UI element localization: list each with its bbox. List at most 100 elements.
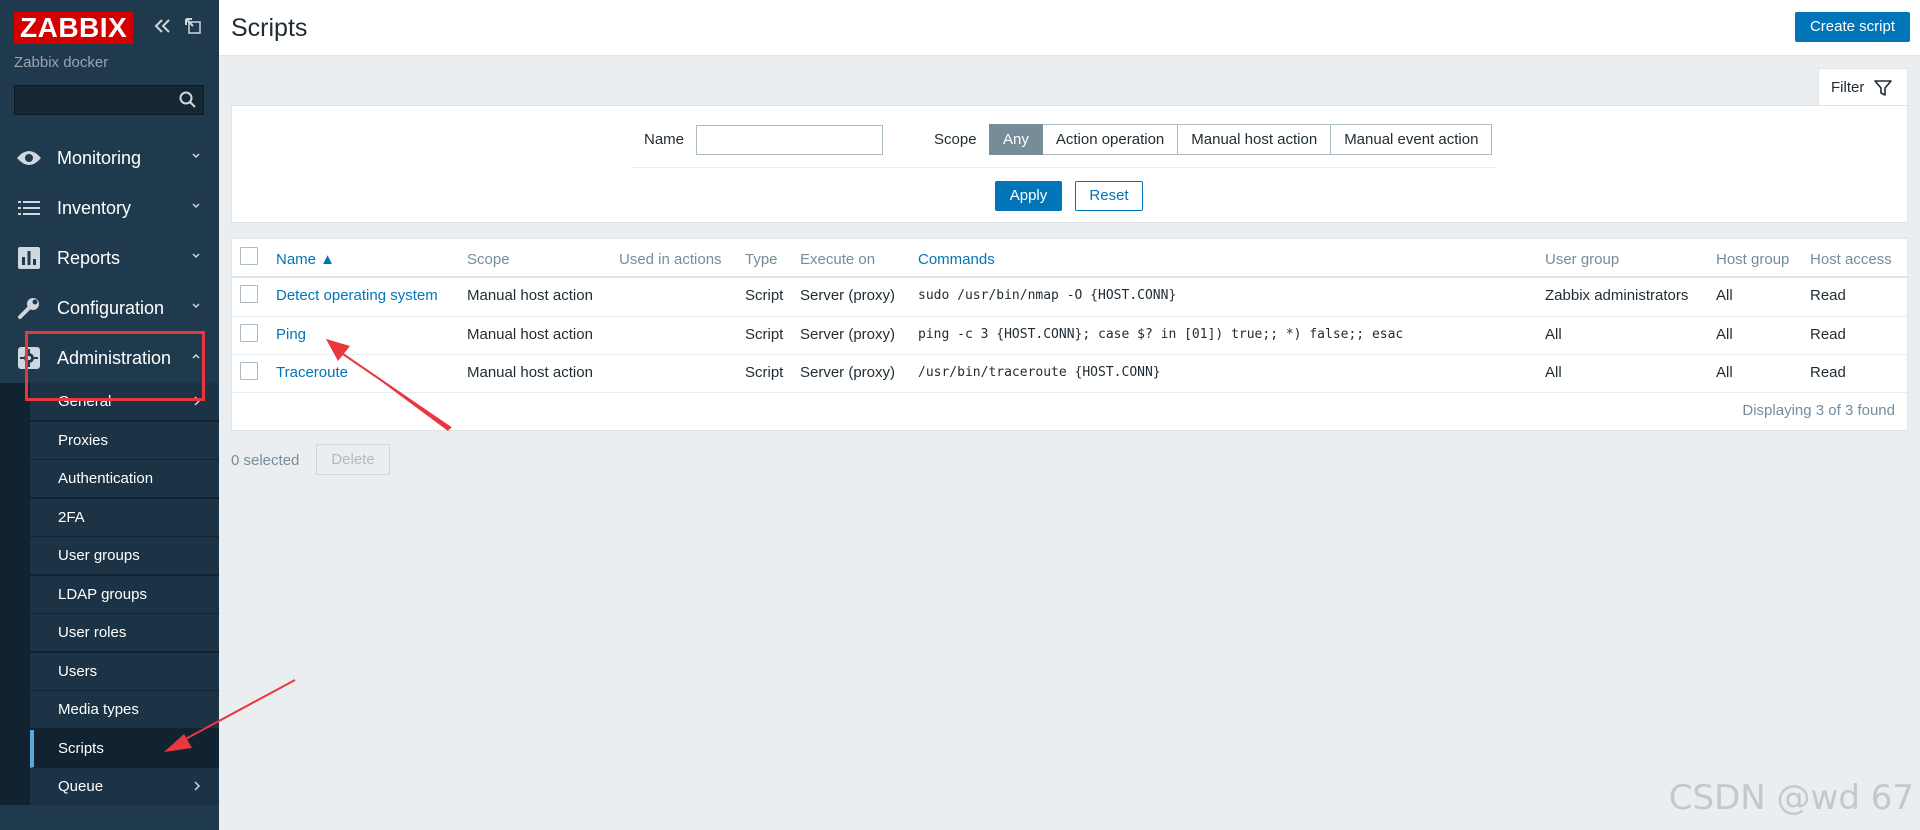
scripts-table: Name ▲ Scope Used in actions Type Execut… [231,238,1908,431]
menu-monitoring[interactable]: Monitoring [0,133,219,183]
submenu-scripts[interactable]: Scripts [30,730,219,768]
submenu-user-groups[interactable]: User groups [30,537,219,575]
column-header-commands[interactable]: Commands [918,251,995,268]
submenu-queue[interactable]: Queue [30,768,219,806]
script-host-group: All [1716,364,1733,381]
menu-reports-label: Reports [57,247,121,268]
submenu-authentication[interactable]: Authentication [30,460,219,498]
chevron-down-icon [192,153,200,159]
row-checkbox[interactable] [240,285,258,303]
chevron-down-icon [192,303,200,309]
script-type: Script [745,287,784,304]
submenu-2fa-label: 2FA [58,509,85,526]
collapse-sidebar-icon[interactable] [153,18,171,38]
script-type: Script [745,364,784,381]
submenu-proxies[interactable]: Proxies [30,422,219,460]
chevron-right-icon [194,781,201,791]
scope-option-manual-host-action[interactable]: Manual host action [1178,124,1332,155]
select-all-checkbox[interactable] [240,247,258,265]
submenu-user-groups-label: User groups [58,547,140,564]
script-user-group: All [1545,364,1562,381]
script-scope: Manual host action [467,364,593,381]
script-scope: Manual host action [467,326,593,343]
scope-option-manual-event-action[interactable]: Manual event action [1331,124,1493,155]
menu-inventory[interactable]: Inventory [0,183,219,233]
column-header-scope: Scope [467,251,510,268]
table-footer-count: Displaying 3 of 3 found [1742,402,1895,419]
row-checkbox[interactable] [240,324,258,342]
sidebar-search-input[interactable] [14,85,204,115]
column-header-name[interactable]: Name ▲ [276,251,335,268]
submenu-authentication-label: Authentication [58,470,154,487]
column-header-host-access: Host access [1810,251,1892,268]
filter-tab-label: Filter [1831,79,1865,96]
scope-option-any[interactable]: Any [989,124,1043,155]
apply-button[interactable]: Apply [995,181,1062,211]
column-header-execute-on: Execute on [800,251,876,268]
script-host-access: Read [1810,364,1846,381]
submenu-user-roles-label: User roles [58,624,127,641]
menu-monitoring-label: Monitoring [57,147,142,168]
column-header-host-group: Host group [1716,251,1790,268]
administration-submenu: General Proxies Authentication 2FA User … [0,383,219,806]
column-header-user-group: User group [1545,251,1620,268]
filter-scope-label: Scope [934,131,977,148]
menu-reports[interactable]: Reports [0,233,219,283]
filter-panel: Name Scope Any Action operation Manual h… [231,105,1908,223]
filter-divider [632,167,1497,168]
script-command: /usr/bin/traceroute {HOST.CONN} [918,365,1161,380]
submenu-users-label: Users [58,663,98,680]
annotation-highlight-box [25,331,205,401]
submenu-proxies-label: Proxies [58,432,109,449]
column-header-type: Type [745,251,778,268]
menu-configuration-label: Configuration [57,297,165,318]
filter-name-label: Name [644,131,685,148]
selected-count: 0 selected [231,452,300,469]
script-name-link[interactable]: Traceroute [276,364,348,381]
filter-tab[interactable]: Filter [1818,68,1908,106]
search-icon[interactable] [179,91,197,109]
scope-segmented-control: Any Action operation Manual host action … [989,124,1493,155]
script-host-group: All [1716,326,1733,343]
filter-icon [1874,79,1893,96]
filter-name-input[interactable] [696,125,883,155]
create-script-button[interactable]: Create script [1794,12,1910,42]
scope-option-action-operation[interactable]: Action operation [1042,124,1179,155]
bar-chart-icon [16,245,42,271]
server-name: Zabbix docker [14,54,109,71]
page-header: Scripts Create script [219,0,1920,56]
page-title: Scripts [231,14,308,42]
submenu-ldap-groups-label: LDAP groups [58,586,147,603]
script-execute-on: Server (proxy) [800,364,896,381]
reset-button[interactable]: Reset [1075,181,1143,211]
menu-configuration[interactable]: Configuration [0,283,219,333]
menu-inventory-label: Inventory [57,197,132,218]
chevron-down-icon [192,253,200,259]
watermark: CSDN @wd 67 [1668,778,1914,818]
submenu-2fa[interactable]: 2FA [30,499,219,537]
chevron-down-icon [192,203,200,209]
column-header-used-in-actions: Used in actions [619,251,722,268]
kiosk-mode-icon[interactable] [185,18,201,38]
submenu-user-roles[interactable]: User roles [30,614,219,652]
submenu-ldap-groups[interactable]: LDAP groups [30,576,219,614]
script-host-access: Read [1810,287,1846,304]
script-host-group: All [1716,287,1733,304]
script-name-link[interactable]: Ping [276,326,306,343]
submenu-media-types-label: Media types [58,701,139,718]
script-type: Script [745,326,784,343]
submenu-scripts-label: Scripts [58,740,104,757]
sidebar: ZABBIX Zabbix docker Monitoring Inventor… [0,0,219,830]
submenu-users[interactable]: Users [30,653,219,691]
submenu-queue-label: Queue [58,778,104,795]
script-name-link[interactable]: Detect operating system [276,287,438,304]
script-scope: Manual host action [467,287,593,304]
eye-icon [16,145,42,171]
script-user-group: All [1545,326,1562,343]
submenu-media-types[interactable]: Media types [30,691,219,729]
zabbix-logo[interactable]: ZABBIX [14,12,134,44]
delete-button[interactable]: Delete [316,444,390,475]
row-checkbox[interactable] [240,362,258,380]
script-execute-on: Server (proxy) [800,326,896,343]
script-user-group: Zabbix administrators [1545,287,1689,304]
